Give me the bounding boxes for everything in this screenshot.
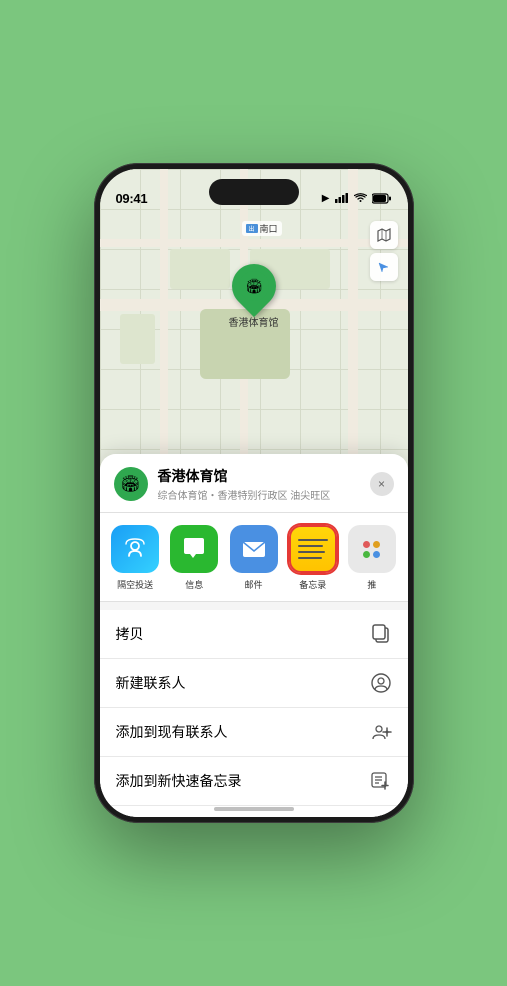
map-road — [100, 239, 408, 247]
map-controls — [370, 221, 398, 285]
status-icons: ▶ — [322, 193, 392, 204]
location-icon — [377, 261, 390, 274]
location-venue-icon: 🏟 — [114, 467, 148, 501]
location-arrow-icon: ▶ — [322, 193, 330, 204]
quick-note-icon — [370, 770, 392, 792]
home-indicator — [214, 807, 294, 811]
action-new-contact-label: 新建联系人 — [116, 673, 186, 693]
messages-label: 信息 — [185, 578, 203, 591]
notes-label: 备忘录 — [299, 578, 326, 591]
share-row: 隔空投送 信息 — [100, 513, 408, 602]
action-item-add-notes[interactable]: 添加到新快速备忘录 — [100, 757, 408, 806]
add-contact-icon — [370, 721, 392, 743]
airdrop-svg — [122, 536, 148, 562]
more-apps-icon — [348, 525, 396, 573]
exit-label-icon: 出 — [245, 224, 257, 233]
share-item-mail[interactable]: 邮件 — [224, 525, 283, 591]
map-type-icon — [377, 228, 391, 242]
messages-icon — [170, 525, 218, 573]
share-item-airdrop[interactable]: 隔空投送 — [106, 525, 165, 591]
action-add-notes-label: 添加到新快速备忘录 — [116, 771, 242, 791]
action-item-add-existing[interactable]: 添加到现有联系人 — [100, 708, 408, 757]
pin-bubble: 🏟 — [222, 255, 284, 317]
map-block — [170, 249, 230, 289]
map-pin[interactable]: 🏟 香港体育馆 — [229, 264, 279, 329]
share-item-messages[interactable]: 信息 — [165, 525, 224, 591]
phone-screen: 09:41 ▶ — [100, 169, 408, 817]
action-item-new-contact[interactable]: 新建联系人 — [100, 659, 408, 708]
status-time: 09:41 — [116, 191, 148, 206]
battery-icon — [372, 193, 392, 204]
map-type-button[interactable] — [370, 221, 398, 249]
phone-frame: 09:41 ▶ — [94, 163, 414, 823]
new-contact-icon — [370, 672, 392, 694]
venue-name: 香港体育馆 — [158, 466, 360, 486]
share-item-notes[interactable]: 备忘录 — [283, 525, 342, 591]
venue-subtitle: 综合体育馆・香港特别行政区 油尖旺区 — [158, 487, 360, 502]
close-button[interactable]: × — [370, 472, 394, 496]
copy-icon — [370, 623, 392, 645]
airdrop-label: 隔空投送 — [117, 578, 153, 591]
location-button[interactable] — [370, 253, 398, 281]
map-block — [120, 314, 155, 364]
mail-icon — [230, 525, 278, 573]
location-header: 🏟 香港体育馆 综合体育馆・香港特别行政区 油尖旺区 × — [100, 454, 408, 513]
wifi-icon — [354, 193, 367, 203]
share-item-more[interactable]: 推 — [342, 525, 401, 591]
more-label: 推 — [367, 578, 376, 591]
notes-lines — [291, 527, 335, 571]
airdrop-icon — [111, 525, 159, 573]
notes-icon — [289, 525, 337, 573]
dynamic-island — [209, 179, 299, 205]
mail-label: 邮件 — [245, 578, 263, 591]
action-copy-label: 拷贝 — [116, 624, 144, 644]
messages-svg — [180, 535, 208, 563]
pin-icon: 🏟 — [239, 271, 269, 301]
mail-svg — [240, 535, 268, 563]
action-add-existing-label: 添加到现有联系人 — [116, 722, 228, 742]
map-exit-label: 出 南口 — [241, 221, 281, 236]
action-item-copy[interactable]: 拷贝 — [100, 610, 408, 659]
bottom-sheet: 🏟 香港体育馆 综合体育馆・香港特别行政区 油尖旺区 × — [100, 454, 408, 817]
location-info: 香港体育馆 综合体育馆・香港特别行政区 油尖旺区 — [158, 466, 360, 502]
action-list: 拷贝 新建联系人 — [100, 610, 408, 817]
signal-icon — [335, 193, 349, 203]
